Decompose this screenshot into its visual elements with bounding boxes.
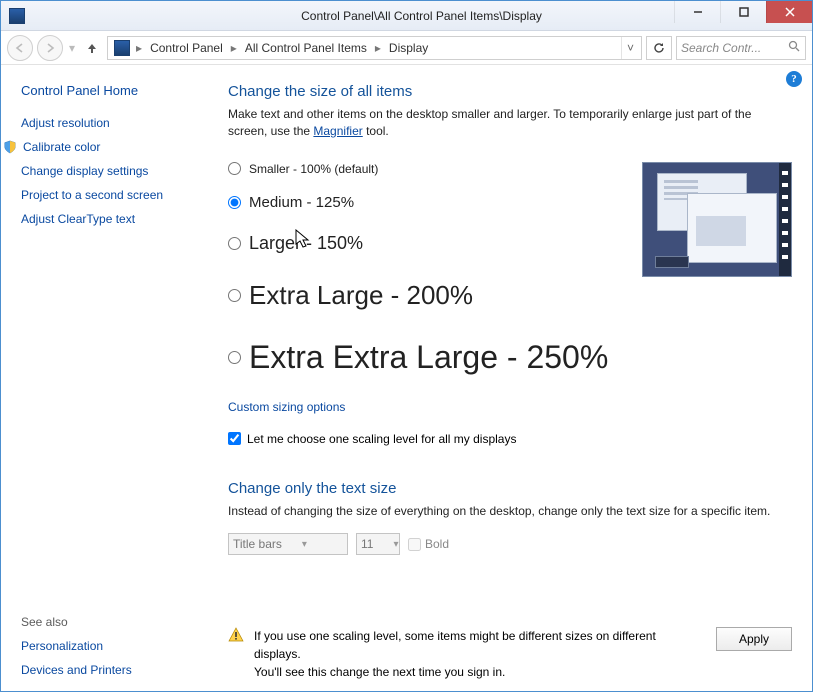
chevron-right-icon[interactable]: ▸ (373, 41, 383, 55)
magnifier-link[interactable]: Magnifier (313, 124, 362, 138)
breadcrumb-seg-2[interactable]: All Control Panel Items (239, 41, 373, 55)
sidebar-link-adjust-resolution[interactable]: Adjust resolution (21, 116, 208, 130)
warning-line-2: You'll see this change the next time you… (254, 665, 505, 679)
app-icon (9, 8, 25, 24)
sidebar-link-label: Adjust resolution (21, 116, 110, 130)
sidebar-link-label: Calibrate color (23, 140, 100, 154)
minimize-button[interactable] (674, 1, 720, 23)
size-option-larger[interactable]: Larger - 150% (228, 233, 632, 254)
sidebar-link-adjust-cleartype[interactable]: Adjust ClearType text (21, 212, 208, 226)
window-buttons (674, 1, 812, 23)
body: Control Panel Home Adjust resolution Cal… (1, 65, 812, 691)
back-arrow-icon (14, 42, 26, 54)
size-option-list: Smaller - 100% (default) Medium - 125% L… (228, 162, 632, 388)
minimize-icon (693, 7, 703, 17)
refresh-icon (652, 41, 666, 55)
description: Make text and other items on the desktop… (228, 106, 792, 140)
close-button[interactable] (766, 1, 812, 23)
size-option-label: Smaller - 100% (default) (249, 162, 378, 176)
shield-icon (3, 140, 17, 154)
help-icon[interactable]: ? (786, 71, 802, 87)
radio-larger[interactable] (228, 237, 241, 250)
radio-medium[interactable] (228, 196, 241, 209)
sidebar-link-project-second-screen[interactable]: Project to a second screen (21, 188, 208, 202)
size-options: Smaller - 100% (default) Medium - 125% L… (228, 162, 792, 388)
sidebar-link-label: Adjust ClearType text (21, 212, 135, 226)
footer-text: If you use one scaling level, some items… (254, 627, 696, 681)
text-item-value: Title bars (233, 537, 282, 551)
see-also-personalization[interactable]: Personalization (21, 639, 208, 653)
maximize-button[interactable] (720, 1, 766, 23)
heading-change-size: Change the size of all items (228, 83, 792, 100)
size-option-extra-large[interactable]: Extra Large - 200% (228, 280, 632, 311)
radio-extra-large[interactable] (228, 289, 241, 302)
back-button[interactable] (7, 35, 33, 61)
size-option-label: Extra Large - 200% (249, 280, 473, 311)
refresh-button[interactable] (646, 36, 672, 60)
chevron-right-icon[interactable]: ▸ (229, 41, 239, 55)
bold-checkbox[interactable] (408, 538, 421, 551)
location-icon (114, 40, 130, 56)
size-option-label: Medium - 125% (249, 194, 354, 211)
one-scaling-checkbox[interactable] (228, 432, 241, 445)
breadcrumb-seg-3[interactable]: Display (383, 41, 434, 55)
sidebar-link-label: Project to a second screen (21, 188, 163, 202)
close-icon (785, 7, 795, 17)
size-option-label: Extra Extra Large - 250% (249, 339, 608, 376)
window: Control Panel\All Control Panel Items\Di… (0, 0, 813, 692)
chevron-down-icon: ▾ (302, 539, 307, 550)
see-also-heading: See also (21, 615, 208, 629)
bold-label: Bold (425, 537, 449, 551)
size-option-smaller[interactable]: Smaller - 100% (default) (228, 162, 632, 176)
sidebar: Control Panel Home Adjust resolution Cal… (1, 65, 216, 691)
desc-text: Make text and other items on the desktop… (228, 107, 751, 138)
warning-icon (228, 627, 244, 643)
chevron-right-icon[interactable]: ▸ (134, 41, 144, 55)
up-arrow-icon (85, 41, 99, 55)
search-input[interactable]: Search Contr... (676, 36, 806, 60)
size-option-medium[interactable]: Medium - 125% (228, 194, 632, 211)
description-text-size: Instead of changing the size of everythi… (228, 503, 792, 520)
forward-arrow-icon (44, 42, 56, 54)
footer: If you use one scaling level, some items… (228, 617, 792, 681)
radio-smaller[interactable] (228, 162, 241, 175)
sidebar-link-label: Change display settings (21, 164, 148, 178)
see-also-devices-printers[interactable]: Devices and Printers (21, 663, 208, 677)
radio-extra-extra-large[interactable] (228, 351, 241, 364)
apply-button[interactable]: Apply (716, 627, 792, 651)
size-option-label: Larger - 150% (249, 233, 363, 254)
warning-line-1: If you use one scaling level, some items… (254, 629, 656, 661)
bold-checkbox-row[interactable]: Bold (408, 537, 449, 551)
forward-button[interactable] (37, 35, 63, 61)
up-button[interactable] (81, 37, 103, 59)
one-scaling-checkbox-row[interactable]: Let me choose one scaling level for all … (228, 432, 792, 446)
maximize-icon (739, 7, 749, 17)
text-size-value: 11 (361, 537, 373, 551)
breadcrumb[interactable]: ▸ Control Panel ▸ All Control Panel Item… (107, 36, 642, 60)
display-preview-image (642, 162, 792, 277)
chevron-down-icon: ▾ (393, 539, 398, 550)
content-pane: ? Change the size of all items Make text… (216, 65, 812, 691)
size-option-extra-extra-large[interactable]: Extra Extra Large - 250% (228, 339, 632, 376)
one-scaling-label: Let me choose one scaling level for all … (247, 432, 516, 446)
breadcrumb-seg-1[interactable]: Control Panel (144, 41, 229, 55)
desc-text: tool. (363, 124, 389, 138)
sidebar-link-change-display-settings[interactable]: Change display settings (21, 164, 208, 178)
breadcrumb-dropdown[interactable]: ˅ (621, 37, 639, 59)
see-also-label: Personalization (21, 639, 103, 653)
sidebar-link-calibrate-color[interactable]: Calibrate color (3, 140, 208, 154)
heading-text-size: Change only the text size (228, 480, 792, 497)
sidebar-home-link[interactable]: Control Panel Home (21, 83, 208, 98)
text-item-select[interactable]: Title bars ▾ (228, 533, 348, 555)
search-placeholder: Search Contr... (681, 41, 761, 55)
history-dropdown-icon[interactable]: ▾ (67, 41, 77, 55)
nav-bar: ▾ ▸ Control Panel ▸ All Control Panel It… (1, 31, 812, 65)
text-size-select[interactable]: 11 ▾ (356, 533, 400, 555)
text-size-controls: Title bars ▾ 11 ▾ Bold (228, 533, 792, 555)
title-bar: Control Panel\All Control Panel Items\Di… (1, 1, 812, 31)
see-also-label: Devices and Printers (21, 663, 132, 677)
search-icon[interactable] (788, 40, 801, 56)
custom-sizing-link[interactable]: Custom sizing options (228, 400, 792, 414)
